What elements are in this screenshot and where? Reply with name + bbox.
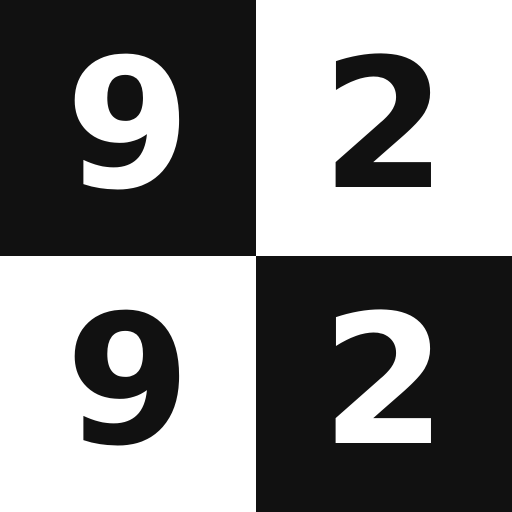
tile-value: 2 [321,277,447,486]
tile-value: 9 [65,277,191,486]
tile-grid: 9 2 9 2 [0,0,512,512]
tile-bottom-right[interactable]: 2 [256,256,512,512]
tile-value: 9 [65,21,191,230]
tile-bottom-left[interactable]: 9 [0,256,256,512]
tile-top-left[interactable]: 9 [0,0,256,256]
tile-top-right[interactable]: 2 [256,0,512,256]
tile-value: 2 [321,21,447,230]
